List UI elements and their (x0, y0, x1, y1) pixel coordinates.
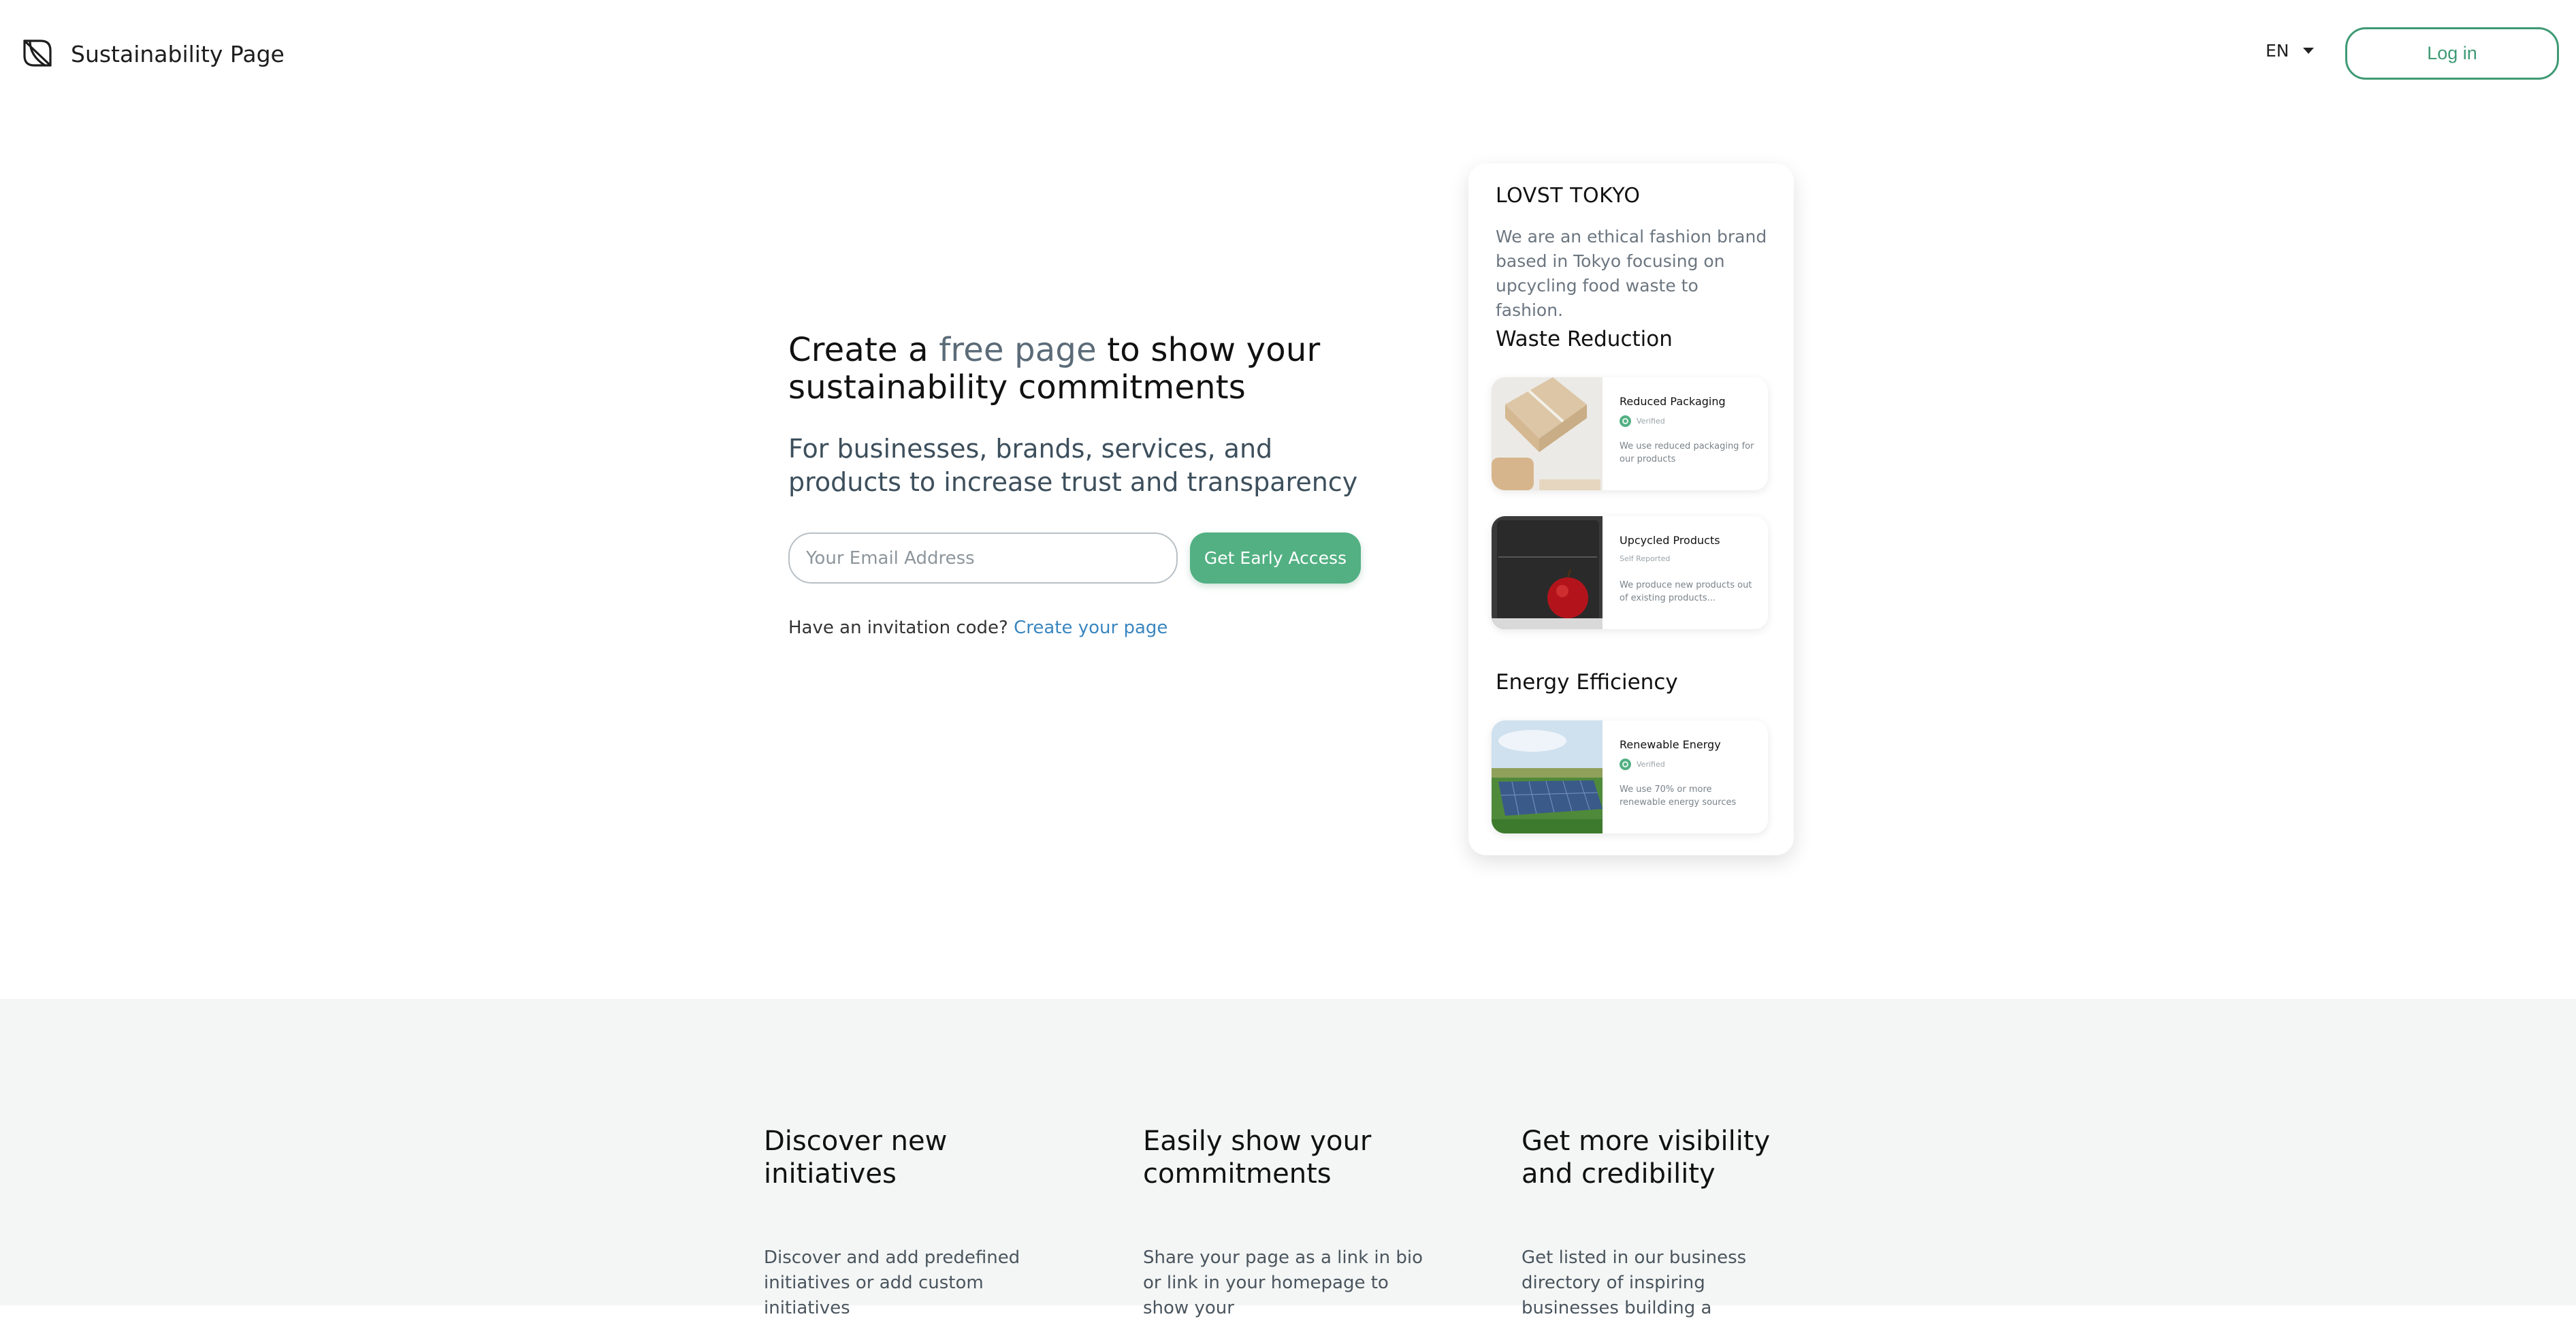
initiative-title: Reduced Packaging (1620, 395, 1726, 408)
feature-description: Get listed in our business directory of … (1522, 1247, 1747, 1318)
initiative-description: We produce new products out of existing … (1620, 580, 1752, 603)
initiative-title: Upcycled Products (1620, 534, 1720, 547)
feature-description: Share your page as a link in bio or link… (1143, 1247, 1423, 1318)
initiative-status: Verified (1620, 759, 1665, 770)
section-title-waste-reduction: Waste Reduction (1496, 327, 1673, 351)
signup-form: Get Early Access (788, 532, 1374, 587)
language-label: EN (2266, 41, 2289, 61)
upcycled-bag-image (1492, 516, 1603, 629)
feature-description: Discover and add predefined initiatives … (764, 1247, 1020, 1318)
invite-text: Have an invitation code? (788, 618, 1008, 638)
initiative-title: Renewable Energy (1620, 738, 1721, 751)
initiative-status: Verified (1620, 415, 1665, 427)
get-early-access-button[interactable]: Get Early Access (1190, 532, 1361, 584)
login-button[interactable]: Log in (2345, 27, 2559, 80)
logo[interactable]: Sustainability Page (20, 35, 285, 72)
initiative-status: Self Reported (1620, 554, 1670, 563)
logo-text: Sustainability Page (71, 40, 285, 67)
headline-highlight: free page (939, 331, 1097, 369)
feature-title: Get more visibility and credibility (1522, 1126, 1771, 1190)
hero-subheadline: For businesses, brands, services, and pr… (788, 434, 1358, 497)
solar-panels-image (1492, 720, 1603, 833)
initiative-description: We use 70% or more renewable energy sour… (1620, 784, 1737, 808)
status-label: Self Reported (1620, 554, 1671, 563)
initiative-description: We use reduced packaging for our product… (1620, 441, 1754, 464)
packaging-image (1492, 377, 1603, 490)
email-input[interactable] (788, 532, 1178, 584)
status-label: Verified (1637, 417, 1665, 426)
create-page-link[interactable]: Create your page (1014, 618, 1168, 638)
hero-headline: Create a free page to show your sustaina… (788, 332, 1374, 407)
brand-description: We are an ethical fashion brand based in… (1496, 227, 1767, 320)
feature-title: Easily show your commitments (1143, 1126, 1372, 1190)
language-selector[interactable]: EN (2266, 41, 2314, 61)
initiative-card[interactable]: Reduced Packaging Verified We use reduce… (1492, 377, 1768, 490)
leaf-book-icon (20, 35, 54, 72)
verified-icon (1620, 759, 1631, 770)
brand-name: LOVST TOKYO (1496, 184, 1641, 208)
features-section: Discover new initiatives Discover and ad… (0, 999, 2576, 1318)
feature-title: Discover new initiatives (764, 1126, 948, 1190)
headline-part-1: Create a (788, 331, 939, 369)
hero-section: Create a free page to show your sustaina… (788, 332, 1374, 638)
initiative-card[interactable]: Upcycled Products Self Reported We produ… (1492, 516, 1768, 629)
page-preview-card: LOVST TOKYO We are an ethical fashion br… (1468, 163, 1794, 855)
invite-line: Have an invitation code? Create your pag… (788, 618, 1168, 638)
status-label: Verified (1637, 760, 1665, 769)
section-title-energy-efficiency: Energy Efficiency (1496, 670, 1678, 695)
initiative-card[interactable]: Renewable Energy Verified We use 70% or … (1492, 720, 1768, 833)
verified-icon (1620, 415, 1631, 427)
caret-down-icon (2302, 48, 2314, 54)
site-header: Sustainability Page EN Log in (0, 0, 2576, 108)
